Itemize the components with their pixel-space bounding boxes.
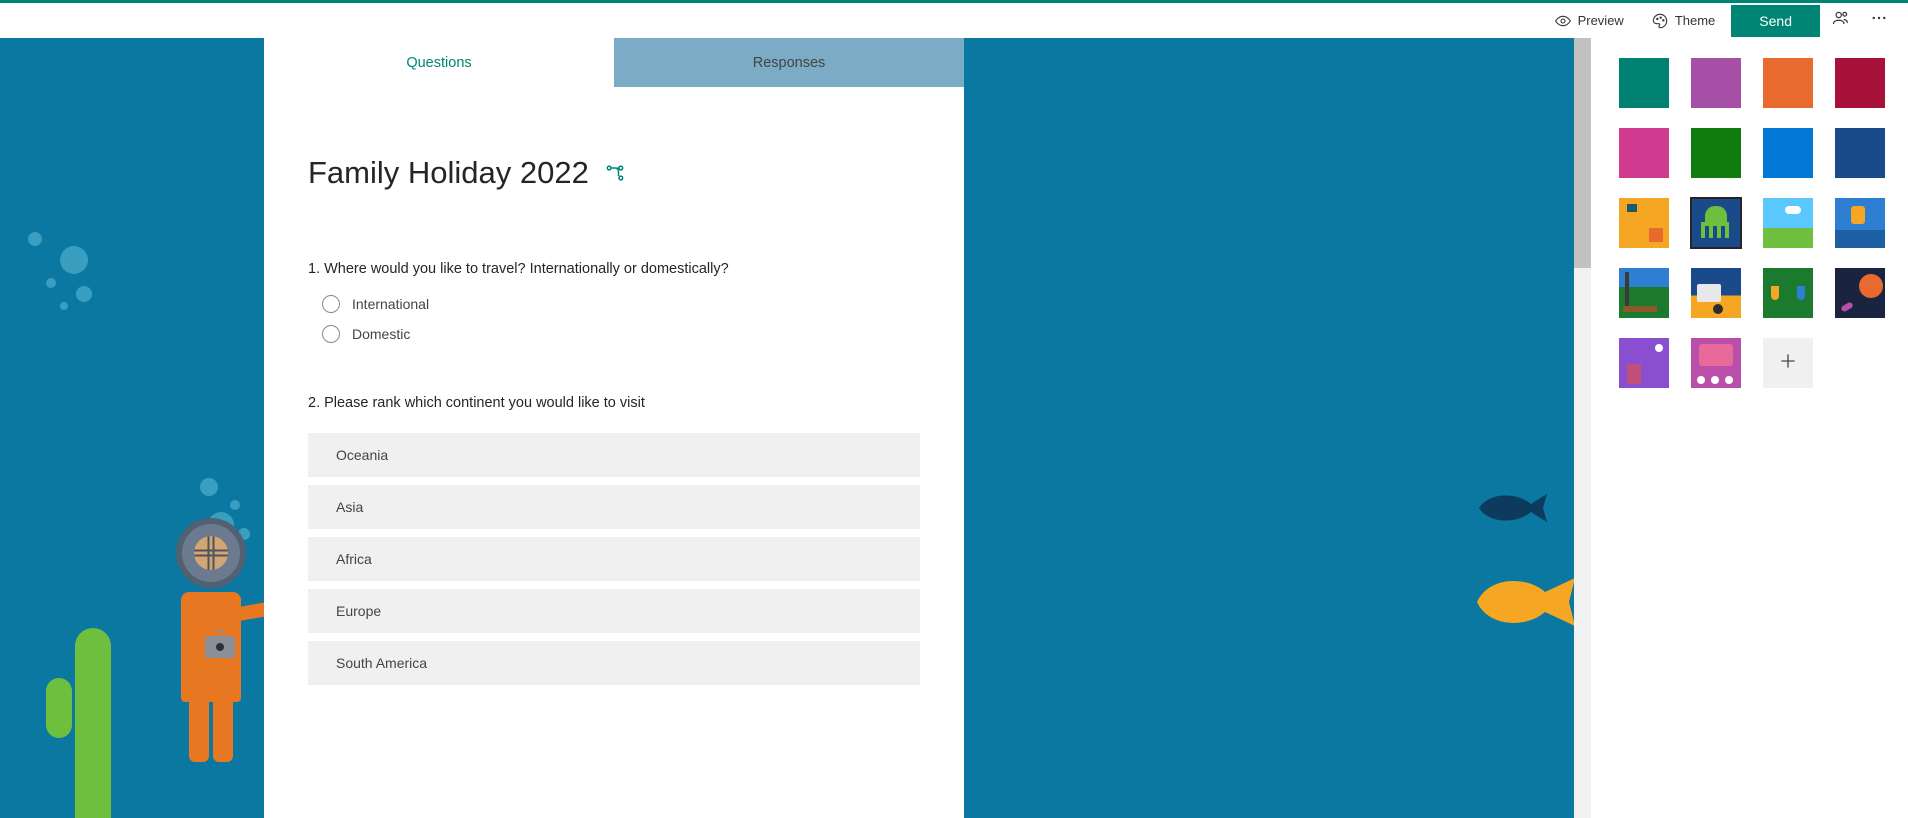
rank-item[interactable]: Oceania — [308, 433, 920, 477]
preview-label: Preview — [1578, 13, 1624, 28]
theme-image-room[interactable] — [1619, 198, 1669, 248]
tab-questions[interactable]: Questions — [264, 38, 614, 87]
q1-number: 1. — [308, 261, 320, 277]
theme-color-blue[interactable] — [1763, 128, 1813, 178]
radio-icon — [322, 325, 340, 343]
question-1[interactable]: 1. Where would you like to travel? Inter… — [308, 261, 920, 343]
topbar: Preview Theme Send — [0, 0, 1908, 38]
bubble-decoration — [76, 286, 92, 302]
q1-option-international[interactable]: International — [322, 295, 920, 313]
branching-icon[interactable] — [605, 163, 625, 183]
theme-image-park[interactable] — [1619, 268, 1669, 318]
rank-item[interactable]: South America — [308, 641, 920, 685]
q1-text: Where would you like to travel? Internat… — [324, 261, 729, 277]
scrollbar-thumb[interactable] — [1574, 38, 1591, 268]
theme-color-magenta[interactable] — [1619, 128, 1669, 178]
theme-image-ski[interactable] — [1835, 198, 1885, 248]
main-area: Questions Responses Family Holiday 2022 … — [0, 38, 1908, 818]
theme-color-purple[interactable] — [1691, 58, 1741, 108]
q2-number: 2. — [308, 395, 320, 411]
theme-image-lab[interactable] — [1763, 268, 1813, 318]
form-tabs: Questions Responses — [264, 38, 964, 87]
theme-label: Theme — [1675, 13, 1715, 28]
diver-decoration — [156, 518, 266, 818]
form-title[interactable]: Family Holiday 2022 — [308, 155, 589, 191]
eye-icon — [1555, 13, 1571, 29]
form-card: Questions Responses Family Holiday 2022 … — [264, 38, 964, 818]
option-label: Domestic — [352, 326, 410, 342]
fish-decoration — [1471, 562, 1581, 647]
bubble-decoration — [200, 478, 218, 496]
send-button[interactable]: Send — [1731, 5, 1820, 37]
theme-button[interactable]: Theme — [1640, 7, 1727, 35]
theme-color-crimson[interactable] — [1835, 58, 1885, 108]
theme-color-teal[interactable] — [1619, 58, 1669, 108]
theme-image-octopus[interactable] — [1691, 198, 1741, 248]
bubble-decoration — [230, 500, 240, 510]
bubble-decoration — [60, 302, 68, 310]
share-people-button[interactable] — [1824, 4, 1858, 38]
theme-color-green[interactable] — [1691, 128, 1741, 178]
theme-color-darkblue[interactable] — [1835, 128, 1885, 178]
rank-item[interactable]: Asia — [308, 485, 920, 529]
question-2[interactable]: 2. Please rank which continent you would… — [308, 395, 920, 685]
theme-image-party[interactable] — [1691, 338, 1741, 388]
radio-icon — [322, 295, 340, 313]
theme-image-space[interactable] — [1835, 268, 1885, 318]
cactus-decoration — [58, 628, 128, 818]
theme-image-hills[interactable] — [1763, 198, 1813, 248]
add-theme-button[interactable] — [1763, 338, 1813, 388]
more-button[interactable] — [1862, 4, 1896, 38]
people-icon — [1832, 9, 1850, 32]
option-label: International — [352, 296, 429, 312]
rank-item[interactable]: Africa — [308, 537, 920, 581]
form-body: Family Holiday 2022 1. Where would you l… — [264, 87, 964, 713]
more-icon — [1870, 9, 1888, 32]
plus-icon — [1778, 351, 1798, 376]
tab-responses[interactable]: Responses — [614, 38, 964, 87]
theme-image-city[interactable] — [1619, 338, 1669, 388]
theme-panel — [1591, 38, 1908, 818]
theme-color-orange[interactable] — [1763, 58, 1813, 108]
bubble-decoration — [28, 232, 42, 246]
q1-option-domestic[interactable]: Domestic — [322, 325, 920, 343]
vertical-scrollbar[interactable] — [1574, 38, 1591, 818]
bubble-decoration — [60, 246, 88, 274]
rank-item[interactable]: Europe — [308, 589, 920, 633]
palette-icon — [1652, 13, 1668, 29]
form-canvas: Questions Responses Family Holiday 2022 … — [0, 38, 1591, 818]
fish-decoration — [1471, 488, 1551, 533]
theme-grid — [1619, 58, 1880, 388]
q2-text: Please rank which continent you would li… — [324, 395, 645, 411]
theme-image-van[interactable] — [1691, 268, 1741, 318]
preview-button[interactable]: Preview — [1543, 7, 1636, 35]
bubble-decoration — [46, 278, 56, 288]
ranking-list: Oceania Asia Africa Europe South America — [308, 433, 920, 685]
